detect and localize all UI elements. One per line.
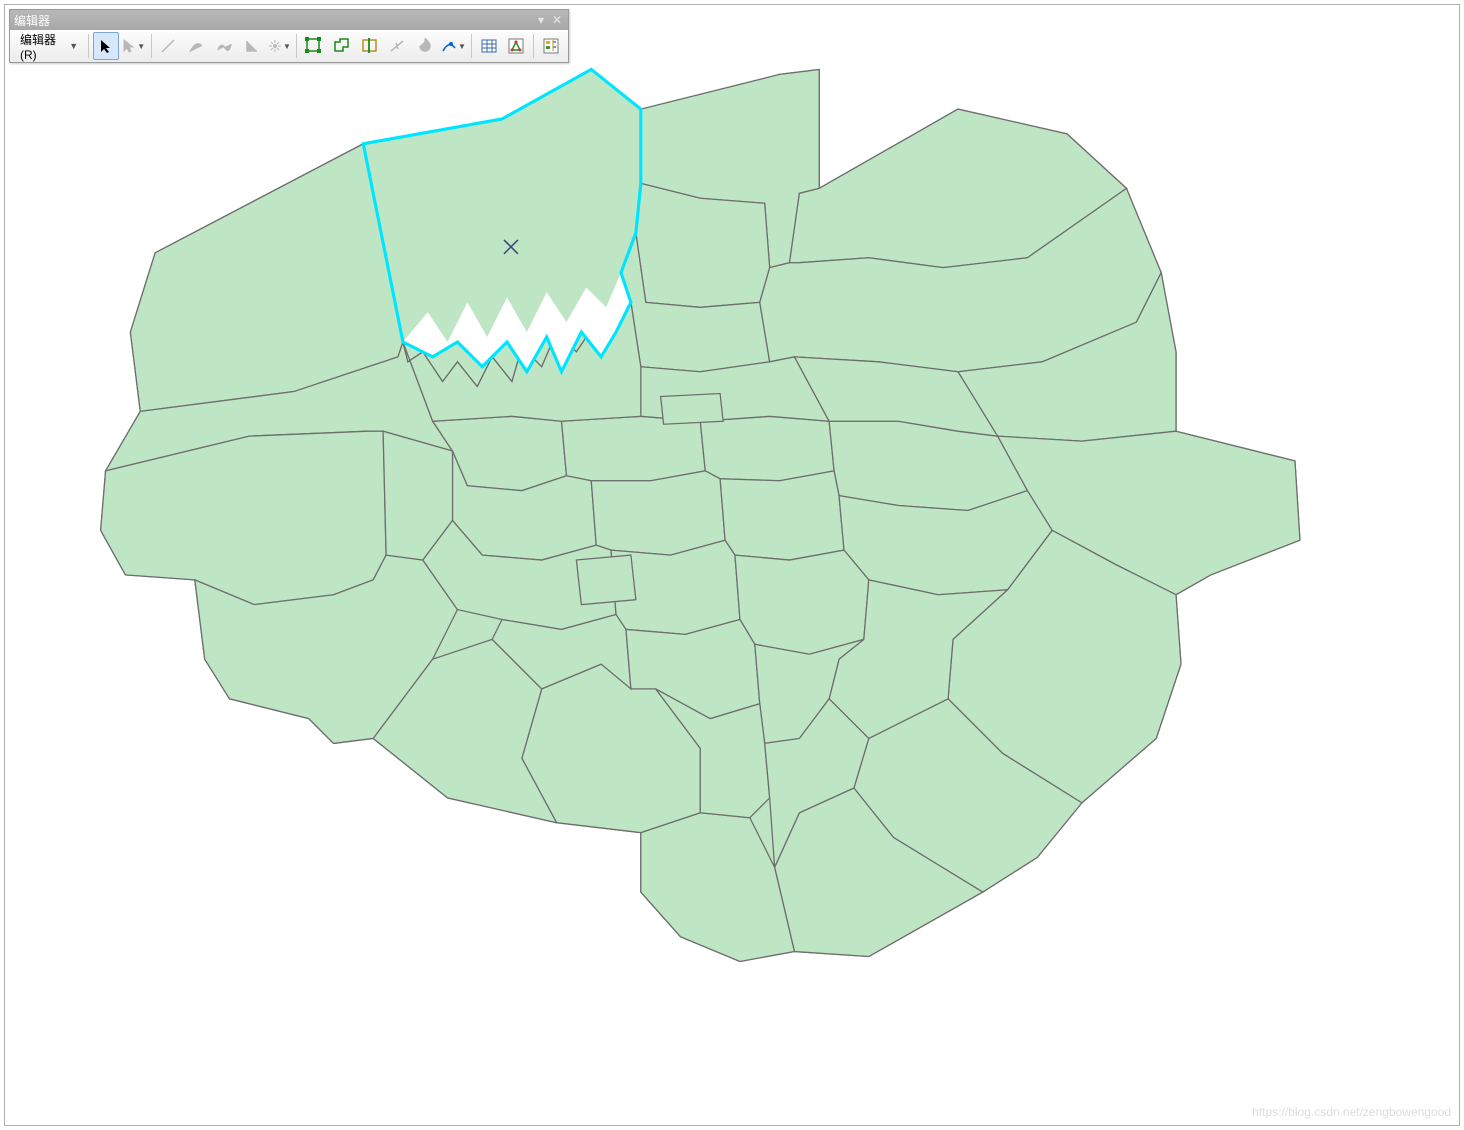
region-box2[interactable] [661,394,723,425]
dropdown-caret-icon: ▼ [69,41,78,51]
watermark-text: https://blog.csdn.net/zengbowengood [1252,1105,1451,1119]
toolbar-separator [471,34,472,58]
arc-segment-button[interactable] [183,32,209,60]
pointer-outline-icon [122,39,136,53]
toolbar-titlebar[interactable]: 编辑器 ▾ ✕ [10,10,568,30]
toolbar-title: 编辑器 [14,12,532,29]
region-c11[interactable] [735,550,869,654]
toolbar-separator [533,34,534,58]
region-n3[interactable] [636,183,770,307]
line-icon [160,38,176,54]
radial-point-icon [268,39,282,53]
create-features-icon [543,38,559,54]
editor-menu-label: 编辑器(R) [20,31,67,62]
toolbar-row: 编辑器(R) ▼ ▼ ▼ [10,30,568,62]
dropdown-caret-icon: ▼ [458,42,466,51]
polygon-layer [101,69,1300,961]
dropdown-caret-icon: ▼ [283,42,291,51]
dropdown-caret-icon: ▼ [137,42,145,51]
toolbar-separator [151,34,152,58]
create-features-button[interactable] [538,32,564,60]
right-angle-button[interactable] [239,32,265,60]
straight-segment-button[interactable] [155,32,181,60]
editor-toolbar: 编辑器 ▾ ✕ 编辑器(R) ▼ ▼ ▼ [9,9,569,63]
trace-button[interactable] [211,32,237,60]
region-c2[interactable] [562,416,706,480]
editor-menu[interactable]: 编辑器(R) ▼ [14,29,84,64]
edit-tool-button[interactable] [93,32,119,60]
edit-vertices-button[interactable] [301,32,327,60]
toolbar-close-icon[interactable]: ✕ [550,13,564,27]
toolbar-separator [296,34,297,58]
map-canvas[interactable] [5,5,1459,1125]
reshape-button[interactable] [329,32,355,60]
split-button[interactable] [384,32,410,60]
region-c6[interactable] [591,471,725,555]
sketch-properties-button[interactable] [504,32,530,60]
reshape-icon [333,37,351,55]
cut-polygon-icon [361,37,379,55]
curve-point-icon [441,38,457,54]
split-icon [389,38,405,54]
point-construct-button[interactable]: ▼ [267,32,293,60]
arc-icon [188,38,204,54]
region-c7[interactable] [720,471,844,560]
app-frame: 编辑器 ▾ ✕ 编辑器(R) ▼ ▼ ▼ [4,4,1460,1126]
curve-tool-button[interactable]: ▼ [440,32,467,60]
attributes-button[interactable] [476,32,502,60]
toolbar-separator [88,34,89,58]
trace-icon [216,38,232,54]
sketch-props-icon [508,38,524,54]
edit-annotation-button[interactable]: ▼ [121,32,147,60]
right-angle-icon [244,38,260,54]
table-icon [481,38,497,54]
edit-vertices-icon [305,37,323,55]
pointer-icon [98,38,114,54]
rotate-button[interactable] [412,32,438,60]
cut-polygons-button[interactable] [357,32,383,60]
rotate-icon [417,38,433,54]
region-c3[interactable] [700,416,834,480]
region-box1[interactable] [576,555,635,605]
toolbar-options-icon[interactable]: ▾ [534,13,548,27]
